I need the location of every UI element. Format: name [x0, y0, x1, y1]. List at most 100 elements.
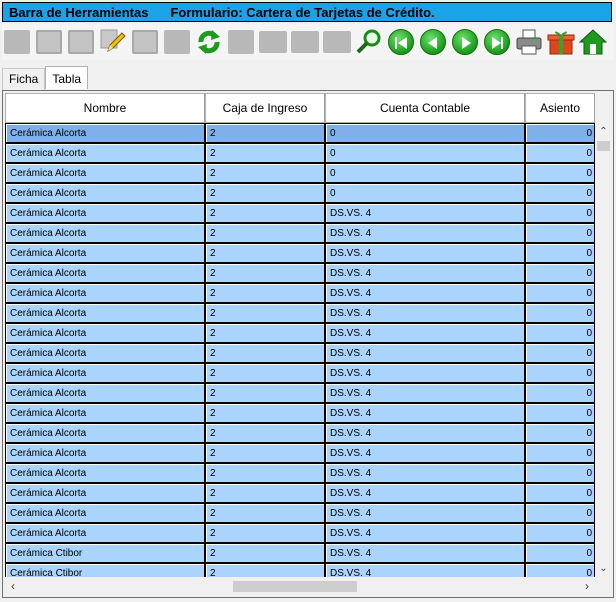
table-row[interactable]: Cerámica Ctibor 2 DS.VS. 40 [5, 543, 595, 563]
cell-caja-de-ingreso[interactable]: 2 [205, 543, 325, 563]
cell-cuenta-contable[interactable]: DS.VS. 4 [325, 363, 525, 383]
vertical-scroll-thumb[interactable] [597, 141, 610, 151]
cell-asiento[interactable]: 0 [525, 563, 595, 577]
cell-caja-de-ingreso[interactable]: 2 [205, 143, 325, 163]
cell-nombre[interactable]: Cerámica Alcorta [5, 183, 205, 203]
home-button[interactable] [578, 26, 608, 58]
cell-cuenta-contable[interactable]: 0 [325, 143, 525, 163]
cell-cuenta-contable[interactable]: DS.VS. 4 [325, 383, 525, 403]
cell-cuenta-contable[interactable]: DS.VS. 4 [325, 423, 525, 443]
save-disabled-button[interactable] [130, 26, 160, 58]
cell-cuenta-contable[interactable]: DS.VS. 4 [325, 303, 525, 323]
cell-nombre[interactable]: Cerámica Alcorta [5, 303, 205, 323]
search-button[interactable] [354, 26, 384, 58]
cell-nombre[interactable]: Cerámica Alcorta [5, 323, 205, 343]
cell-asiento[interactable]: 0 [525, 223, 595, 243]
cell-asiento[interactable]: 0 [525, 483, 595, 503]
cell-nombre[interactable]: Cerámica Alcorta [5, 483, 205, 503]
table-row[interactable]: Cerámica Alcorta 2 DS.VS. 40 [5, 463, 595, 483]
table-row[interactable]: Cerámica Alcorta 2 DS.VS. 40 [5, 263, 595, 283]
save-button[interactable] [34, 26, 64, 58]
table-row[interactable]: Cerámica Alcorta 2 DS.VS. 40 [5, 323, 595, 343]
table-row[interactable]: Cerámica Ctibor 2 DS.VS. 40 [5, 563, 595, 577]
cell-nombre[interactable]: Cerámica Alcorta [5, 243, 205, 263]
table-row[interactable]: Cerámica Alcorta 2 DS.VS. 40 [5, 383, 595, 403]
cell-asiento[interactable]: 0 [525, 123, 595, 143]
cell-cuenta-contable[interactable]: 0 [325, 123, 525, 143]
cell-asiento[interactable]: 0 [525, 303, 595, 323]
cell-cuenta-contable[interactable]: DS.VS. 4 [325, 523, 525, 543]
scroll-down-icon[interactable]: ⌄ [595, 560, 612, 577]
tab-tabla[interactable]: Tabla [45, 66, 89, 89]
edit-button[interactable] [98, 26, 128, 58]
cell-caja-de-ingreso[interactable]: 2 [205, 323, 325, 343]
table-row[interactable]: Cerámica Alcorta 2 DS.VS. 40 [5, 483, 595, 503]
scroll-up-icon[interactable]: ⌃ [595, 123, 612, 140]
cell-caja-de-ingreso[interactable]: 2 [205, 223, 325, 243]
cell-nombre[interactable]: Cerámica Alcorta [5, 143, 205, 163]
cell-asiento[interactable]: 0 [525, 503, 595, 523]
table-row[interactable]: Cerámica Alcorta 2 DS.VS. 40 [5, 403, 595, 423]
table-row[interactable]: Cerámica Alcorta 2 DS.VS. 40 [5, 503, 595, 523]
cell-cuenta-contable[interactable]: DS.VS. 4 [325, 503, 525, 523]
cell-caja-de-ingreso[interactable]: 2 [205, 263, 325, 283]
cell-caja-de-ingreso[interactable]: 2 [205, 463, 325, 483]
cell-caja-de-ingreso[interactable]: 2 [205, 283, 325, 303]
cell-nombre[interactable]: Cerámica Alcorta [5, 223, 205, 243]
cell-nombre[interactable]: Cerámica Alcorta [5, 363, 205, 383]
cell-caja-de-ingreso[interactable]: 2 [205, 383, 325, 403]
disabled-button-2[interactable] [290, 26, 320, 58]
cell-caja-de-ingreso[interactable]: 2 [205, 483, 325, 503]
cell-nombre[interactable]: Cerámica Alcorta [5, 423, 205, 443]
cell-caja-de-ingreso[interactable]: 2 [205, 443, 325, 463]
cell-caja-de-ingreso[interactable]: 2 [205, 183, 325, 203]
cell-asiento[interactable]: 0 [525, 343, 595, 363]
cell-cuenta-contable[interactable]: DS.VS. 4 [325, 223, 525, 243]
cell-asiento[interactable]: 0 [525, 203, 595, 223]
first-record-button[interactable] [386, 26, 416, 58]
scroll-left-icon[interactable]: ‹ [5, 577, 21, 595]
cell-nombre[interactable]: Cerámica Alcorta [5, 203, 205, 223]
column-header-nombre[interactable]: Nombre [5, 93, 205, 123]
cell-caja-de-ingreso[interactable]: 2 [205, 423, 325, 443]
scroll-right-icon[interactable]: › [579, 577, 595, 595]
table-row[interactable]: Cerámica Alcorta 2 DS.VS. 40 [5, 223, 595, 243]
horizontal-scroll-thumb[interactable] [233, 581, 357, 592]
table-row[interactable]: Cerámica Alcorta 2 DS.VS. 40 [5, 523, 595, 543]
cell-asiento[interactable]: 0 [525, 523, 595, 543]
cell-nombre[interactable]: Cerámica Alcorta [5, 403, 205, 423]
last-record-button[interactable] [482, 26, 512, 58]
cell-nombre[interactable]: Cerámica Alcorta [5, 283, 205, 303]
cell-caja-de-ingreso[interactable]: 2 [205, 243, 325, 263]
print-button[interactable] [514, 26, 544, 58]
cell-caja-de-ingreso[interactable]: 2 [205, 503, 325, 523]
cell-asiento[interactable]: 0 [525, 443, 595, 463]
cell-cuenta-contable[interactable]: DS.VS. 4 [325, 343, 525, 363]
cell-caja-de-ingreso[interactable]: 2 [205, 343, 325, 363]
table-row[interactable]: Cerámica Alcorta 2 DS.VS. 40 [5, 203, 595, 223]
cell-cuenta-contable[interactable]: DS.VS. 4 [325, 323, 525, 343]
refresh-button[interactable] [194, 26, 224, 58]
cell-nombre[interactable]: Cerámica Ctibor [5, 543, 205, 563]
prev-record-button[interactable] [418, 26, 448, 58]
column-header-caja-de-ingreso[interactable]: Caja de Ingreso [205, 93, 325, 123]
new-record-button[interactable] [2, 26, 32, 58]
tab-ficha[interactable]: Ficha [2, 68, 46, 90]
next-record-button[interactable] [450, 26, 480, 58]
cell-cuenta-contable[interactable]: DS.VS. 4 [325, 563, 525, 577]
cell-caja-de-ingreso[interactable]: 2 [205, 523, 325, 543]
cell-cuenta-contable[interactable]: 0 [325, 163, 525, 183]
gift-button[interactable] [546, 26, 576, 58]
disabled-button-1[interactable] [258, 26, 288, 58]
table-row[interactable]: Cerámica Alcorta 2 0 0 [5, 123, 595, 143]
table-row[interactable]: Cerámica Alcorta 2 DS.VS. 40 [5, 343, 595, 363]
cell-caja-de-ingreso[interactable]: 2 [205, 203, 325, 223]
cell-nombre[interactable]: Cerámica Alcorta [5, 343, 205, 363]
table-row[interactable]: Cerámica Alcorta 2 0 0 [5, 163, 595, 183]
cell-asiento[interactable]: 0 [525, 183, 595, 203]
cell-asiento[interactable]: 0 [525, 463, 595, 483]
cell-nombre[interactable]: Cerámica Alcorta [5, 123, 205, 143]
table-row[interactable]: Cerámica Alcorta 2 DS.VS. 40 [5, 303, 595, 323]
table-row[interactable]: Cerámica Alcorta 2 DS.VS. 40 [5, 423, 595, 443]
table-row[interactable]: Cerámica Alcorta 2 0 0 [5, 183, 595, 203]
